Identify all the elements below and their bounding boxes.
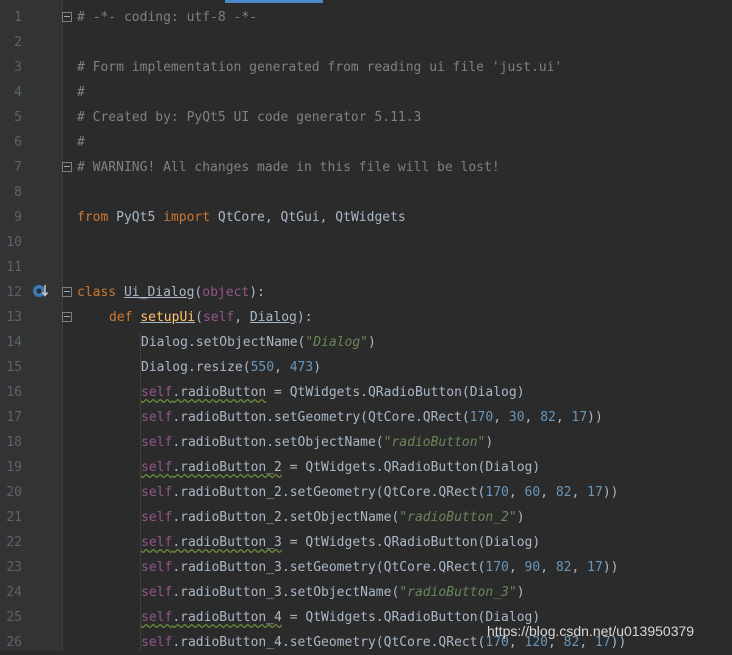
code-statement: self.radioButton_4 = QtWidgets.QRadioBut… bbox=[141, 610, 541, 625]
line-number: 1 bbox=[14, 10, 22, 25]
code-line[interactable]: 9 from PyQt5 import QtCore, QtGui, QtWid… bbox=[0, 205, 732, 230]
comment: # Created by: PyQt5 UI code generator 5.… bbox=[77, 110, 422, 125]
code-statement: self.radioButton.setGeometry(QtCore.QRec… bbox=[141, 410, 603, 425]
code-statement: self.radioButton = QtWidgets.QRadioButto… bbox=[141, 385, 525, 400]
line-number: 12 bbox=[6, 285, 22, 300]
watermark: https://blog.csdn.net/u013950379 bbox=[487, 623, 695, 639]
line-number: 11 bbox=[6, 260, 22, 275]
code-statement: self.radioButton_2.setGeometry(QtCore.QR… bbox=[141, 485, 619, 500]
editor-tab-indicator bbox=[225, 0, 323, 3]
code-line[interactable]: 4 # bbox=[0, 80, 732, 105]
code-line[interactable]: 15 Dialog.resize(550, 473) bbox=[0, 355, 732, 380]
code-statement: self.radioButton_3.setObjectName("radioB… bbox=[141, 585, 525, 600]
line-number: 7 bbox=[14, 160, 22, 175]
comment: # Form implementation generated from rea… bbox=[77, 60, 563, 75]
line-number: 18 bbox=[6, 435, 22, 450]
code-line[interactable]: 5 # Created by: PyQt5 UI code generator … bbox=[0, 105, 732, 130]
code-line[interactable]: 7 # WARNING! All changes made in this fi… bbox=[0, 155, 732, 180]
line-number: 15 bbox=[6, 360, 22, 375]
line-number: 4 bbox=[14, 85, 22, 100]
code-line[interactable]: 24 self.radioButton_3.setObjectName("rad… bbox=[0, 580, 732, 605]
line-number: 16 bbox=[6, 385, 22, 400]
code-line[interactable]: 3 # Form implementation generated from r… bbox=[0, 55, 732, 80]
code-line[interactable]: 18 self.radioButton.setObjectName("radio… bbox=[0, 430, 732, 455]
code-statement: Dialog.setObjectName("Dialog") bbox=[141, 335, 376, 350]
line-number: 21 bbox=[6, 510, 22, 525]
code-line[interactable]: 21 self.radioButton_2.setObjectName("rad… bbox=[0, 505, 732, 530]
method-declaration: def setupUi(self, Dialog): bbox=[109, 310, 313, 325]
code-editor[interactable]: 1 # -*- coding: utf-8 -*- 2 3 # Form imp… bbox=[0, 0, 732, 651]
line-number: 5 bbox=[14, 110, 22, 125]
line-number: 25 bbox=[6, 610, 22, 625]
code-line[interactable]: 23 self.radioButton_3.setGeometry(QtCore… bbox=[0, 555, 732, 580]
code-statement: Dialog.resize(550, 473) bbox=[141, 360, 322, 375]
code-line[interactable]: 8 bbox=[0, 180, 732, 205]
fold-icon[interactable] bbox=[62, 162, 72, 172]
line-number: 24 bbox=[6, 585, 22, 600]
code-line[interactable]: 14 Dialog.setObjectName("Dialog") bbox=[0, 330, 732, 355]
code-line[interactable]: 11 bbox=[0, 255, 732, 280]
code-line[interactable]: 6 # bbox=[0, 130, 732, 155]
code-statement: self.radioButton_3 = QtWidgets.QRadioBut… bbox=[141, 535, 541, 550]
comment: # bbox=[77, 135, 85, 150]
comment: # -*- coding: utf-8 -*- bbox=[77, 10, 258, 25]
import-statement: from PyQt5 import QtCore, QtGui, QtWidge… bbox=[77, 210, 406, 225]
code-line[interactable]: 22 self.radioButton_3 = QtWidgets.QRadio… bbox=[0, 530, 732, 555]
code-line[interactable]: 19 self.radioButton_2 = QtWidgets.QRadio… bbox=[0, 455, 732, 480]
line-number: 3 bbox=[14, 60, 22, 75]
comment: # bbox=[77, 85, 85, 100]
override-method-icon[interactable] bbox=[32, 283, 48, 299]
line-number: 6 bbox=[14, 135, 22, 150]
line-number: 10 bbox=[6, 235, 22, 250]
line-number: 19 bbox=[6, 460, 22, 475]
comment: # WARNING! All changes made in this file… bbox=[77, 160, 500, 175]
line-number: 26 bbox=[6, 635, 22, 650]
fold-icon[interactable] bbox=[62, 312, 72, 322]
class-declaration: class Ui_Dialog(object): bbox=[77, 285, 265, 300]
code-line[interactable]: 12 class Ui_Dialog(object): bbox=[0, 280, 732, 305]
line-number: 13 bbox=[6, 310, 22, 325]
line-number: 22 bbox=[6, 535, 22, 550]
code-line[interactable]: 20 self.radioButton_2.setGeometry(QtCore… bbox=[0, 480, 732, 505]
code-line[interactable]: 10 bbox=[0, 230, 732, 255]
code-line[interactable]: 13 def setupUi(self, Dialog): bbox=[0, 305, 732, 330]
code-line[interactable]: 1 # -*- coding: utf-8 -*- bbox=[0, 5, 732, 30]
code-line[interactable]: 17 self.radioButton.setGeometry(QtCore.Q… bbox=[0, 405, 732, 430]
line-number: 14 bbox=[6, 335, 22, 350]
line-number: 20 bbox=[6, 485, 22, 500]
code-line[interactable]: 2 bbox=[0, 30, 732, 55]
fold-icon[interactable] bbox=[62, 12, 72, 22]
code-statement: self.radioButton.setObjectName("radioBut… bbox=[141, 435, 494, 450]
line-number: 17 bbox=[6, 410, 22, 425]
line-number: 2 bbox=[14, 35, 22, 50]
code-statement: self.radioButton_2 = QtWidgets.QRadioBut… bbox=[141, 460, 541, 475]
fold-icon[interactable] bbox=[62, 287, 72, 297]
code-statement: self.radioButton_3.setGeometry(QtCore.QR… bbox=[141, 560, 619, 575]
code-line[interactable]: 16 self.radioButton = QtWidgets.QRadioBu… bbox=[0, 380, 732, 405]
line-number: 23 bbox=[6, 560, 22, 575]
code-statement: self.radioButton_2.setObjectName("radioB… bbox=[141, 510, 525, 525]
line-number: 9 bbox=[14, 210, 22, 225]
line-number: 8 bbox=[14, 185, 22, 200]
